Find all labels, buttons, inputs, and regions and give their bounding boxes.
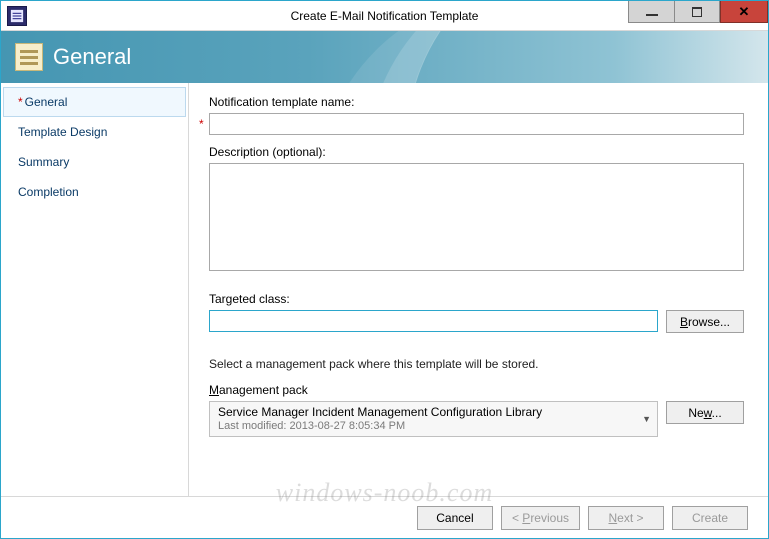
description-label: Description (optional): <box>209 145 744 159</box>
required-marker: * <box>199 117 204 131</box>
required-marker: * <box>18 95 23 109</box>
management-pack-dropdown[interactable]: Service Manager Incident Management Conf… <box>209 401 658 437</box>
create-button: Create <box>672 506 748 530</box>
new-management-pack-button[interactable]: New... <box>666 401 744 424</box>
sidebar-item-general[interactable]: *General <box>3 87 186 117</box>
wizard-steps-sidebar: *General Template Design Summary Complet… <box>1 83 189 496</box>
sidebar-item-completion[interactable]: Completion <box>3 177 186 207</box>
browse-button[interactable]: Browse... <box>666 310 744 333</box>
management-pack-selected: Service Manager Incident Management Conf… <box>218 405 635 419</box>
banner-heading: General <box>53 44 131 70</box>
previous-button: < Previous <box>501 506 580 530</box>
sidebar-item-template-design[interactable]: Template Design <box>3 117 186 147</box>
next-button[interactable]: Next > <box>588 506 664 530</box>
close-button[interactable]: ✕ <box>720 1 768 23</box>
banner: General <box>1 31 768 83</box>
minimize-button[interactable] <box>628 1 674 23</box>
targeted-class-label: Targeted class: <box>209 292 744 306</box>
management-pack-help-text: Select a management pack where this temp… <box>209 357 744 371</box>
wizard-footer: Cancel < Previous Next > Create <box>1 496 768 538</box>
targeted-class-field[interactable] <box>209 310 658 332</box>
management-pack-modified: Last modified: 2013-08-27 8:05:34 PM <box>218 419 635 433</box>
template-name-input[interactable] <box>209 113 744 135</box>
maximize-button[interactable] <box>674 1 720 23</box>
app-icon <box>7 6 27 26</box>
title-bar: Create E-Mail Notification Template ✕ <box>1 1 768 31</box>
sidebar-item-summary[interactable]: Summary <box>3 147 186 177</box>
close-icon: ✕ <box>739 5 750 18</box>
sidebar-item-label: Template Design <box>18 125 107 139</box>
description-textarea[interactable] <box>209 163 744 271</box>
maximize-icon <box>692 7 702 17</box>
cancel-button[interactable]: Cancel <box>417 506 493 530</box>
management-pack-label: Management pack <box>209 383 744 397</box>
sidebar-item-label: General <box>25 95 68 109</box>
chevron-down-icon: ▼ <box>642 412 651 426</box>
sidebar-item-label: Completion <box>18 185 79 199</box>
sidebar-item-label: Summary <box>18 155 69 169</box>
template-name-label: Notification template name: <box>209 95 744 109</box>
template-icon <box>15 43 43 71</box>
minimize-icon <box>646 14 658 16</box>
